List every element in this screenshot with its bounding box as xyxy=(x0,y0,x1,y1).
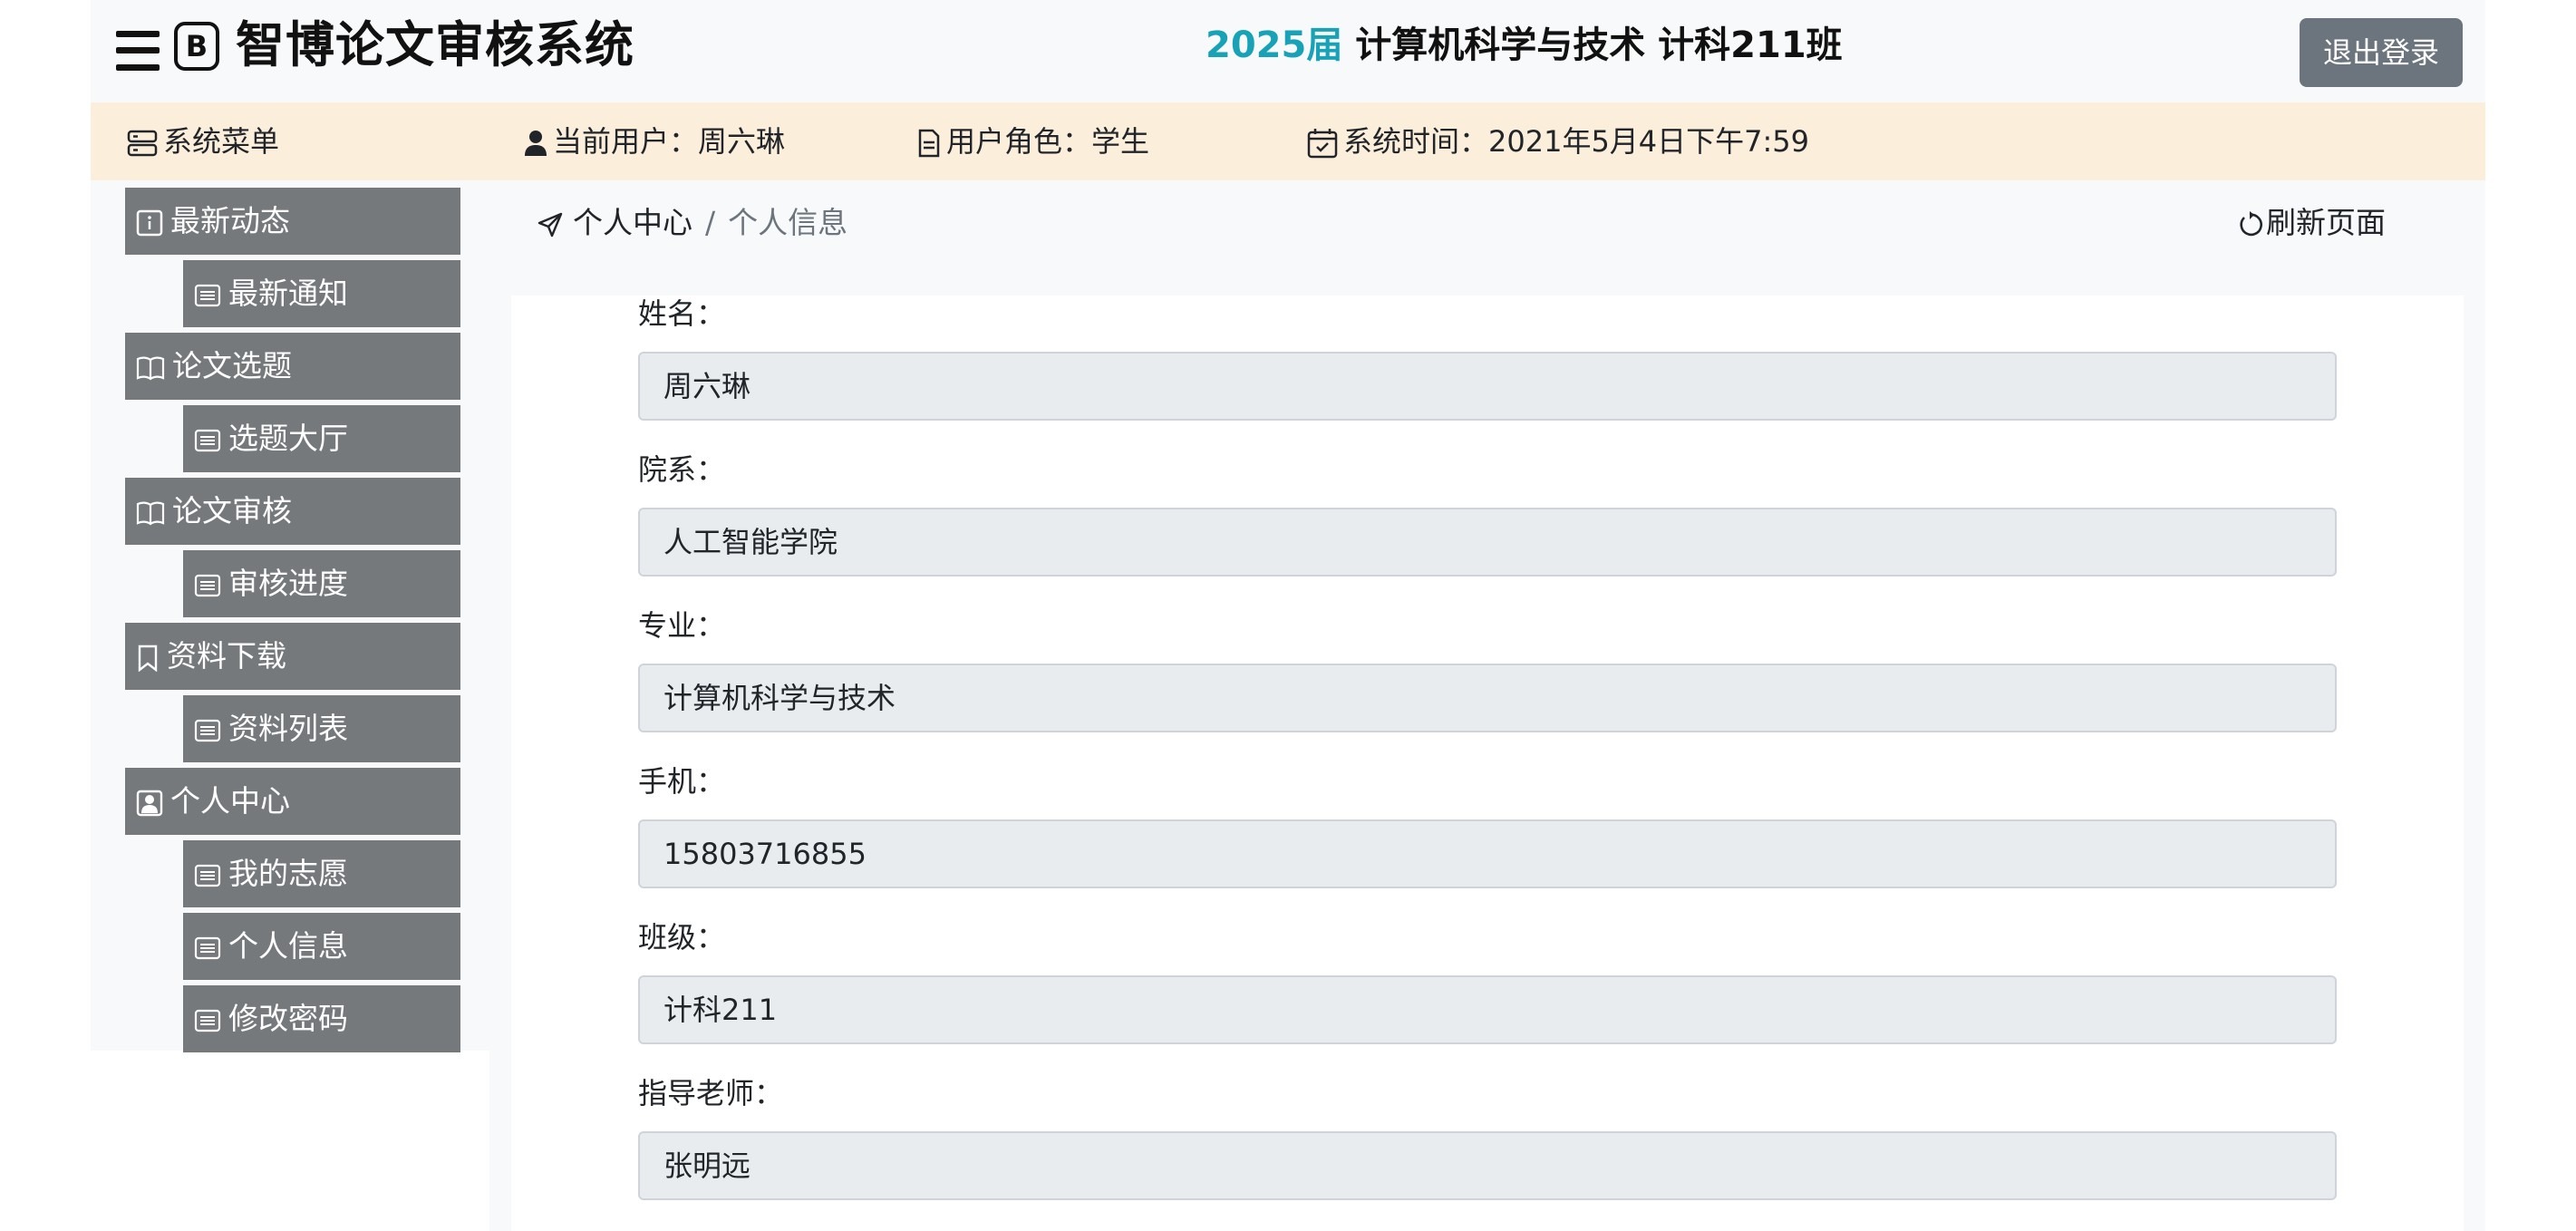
sidebar-item-label: 我的志愿 xyxy=(228,856,348,891)
menu-stack-icon xyxy=(127,130,158,157)
calendar-check-icon xyxy=(1307,129,1338,159)
info-bar: 系统菜单 当前用户：周六琳 用户角色：学生 系统时间：2021年5月4日下午7:… xyxy=(91,102,2485,180)
current-user-text: 当前用户：周六琳 xyxy=(553,124,786,159)
class-field[interactable]: 计科211 xyxy=(638,975,2337,1044)
advisor-label: 指导老师： xyxy=(638,1076,784,1110)
sidebar-item-label: 修改密码 xyxy=(228,1001,348,1036)
name-field[interactable]: 周六琳 xyxy=(638,352,2337,421)
phone-field[interactable]: 15803716855 xyxy=(638,819,2337,888)
sidebar-item-personal-center[interactable]: 个人中心 xyxy=(125,768,460,835)
sidebar-item-latest-news[interactable]: 最新动态 xyxy=(125,188,460,255)
system-time-label: 系统时间：2021年5月4日下午7:59 xyxy=(1307,102,1809,180)
person-icon xyxy=(525,131,547,156)
app-title: 智博论文审核系统 xyxy=(236,16,634,73)
top-header: B 智博论文审核系统 2025届 计算机科学与技术 计科211班 退出登录 xyxy=(91,0,2485,102)
major-field[interactable]: 计算机科学与技术 xyxy=(638,664,2337,732)
sidebar-item-my-preferences[interactable]: 我的志愿 xyxy=(183,840,460,907)
sidebar-item-change-password[interactable]: 修改密码 xyxy=(183,985,460,1052)
sidebar-item-latest-notice[interactable]: 最新通知 xyxy=(183,260,460,327)
list-icon xyxy=(194,936,221,959)
major-label: 专业： xyxy=(638,608,726,643)
sidebar-item-label: 论文审核 xyxy=(172,493,292,528)
list-icon xyxy=(194,284,221,306)
department-field[interactable]: 人工智能学院 xyxy=(638,508,2337,577)
sidebar-item-label: 资料下载 xyxy=(167,638,286,674)
current-user-label: 当前用户：周六琳 xyxy=(524,102,785,180)
graduation-year: 2025届 xyxy=(1206,24,1343,66)
class-label: 班级： xyxy=(638,920,726,955)
list-icon xyxy=(194,1009,221,1032)
refresh-icon xyxy=(2240,210,2262,236)
main-content: 个人中心 / 个人信息 刷新页面 姓名： 周六琳 院系： 人工智能学院 专业： 计算… xyxy=(489,180,2485,1231)
breadcrumb-separator: / xyxy=(705,205,716,240)
major-class-label: 计算机科学与技术 计科211班 xyxy=(1342,24,1843,66)
sidebar-item-topic-hall[interactable]: 选题大厅 xyxy=(183,405,460,472)
user-role-label: 用户角色：学生 xyxy=(917,102,1149,180)
refresh-label: 刷新页面 xyxy=(2266,205,2386,240)
document-icon xyxy=(918,129,940,158)
breadcrumb-parent[interactable]: 个人中心 xyxy=(573,205,692,240)
sidebar-item-label: 资料列表 xyxy=(228,711,348,746)
user-role-text: 用户角色：学生 xyxy=(946,124,1150,159)
personal-info-form: 姓名： 周六琳 院系： 人工智能学院 专业： 计算机科学与技术 手机： 1580… xyxy=(511,296,2464,1231)
app-frame: B 智博论文审核系统 2025届 计算机科学与技术 计科211班 退出登录 系统… xyxy=(91,0,2485,1231)
sidebar-item-label: 最新通知 xyxy=(228,276,348,311)
class-title: 2025届 计算机科学与技术 计科211班 xyxy=(1206,18,1843,73)
refresh-page-link[interactable]: 刷新页面 xyxy=(2237,200,2386,246)
sidebar-item-personal-info[interactable]: 个人信息 xyxy=(183,913,460,980)
book-icon xyxy=(136,501,165,525)
bootstrap-logo-icon: B xyxy=(174,22,219,71)
sidebar-item-label: 审核进度 xyxy=(228,566,348,601)
system-time-text: 系统时间：2021年5月4日下午7:59 xyxy=(1343,124,1810,159)
breadcrumb: 个人中心 / 个人信息 xyxy=(537,200,847,246)
sidebar-item-label: 论文选题 xyxy=(172,348,292,383)
advisor-field[interactable]: 张明远 xyxy=(638,1131,2337,1200)
breadcrumb-current: 个人信息 xyxy=(728,205,848,240)
name-label: 姓名： xyxy=(638,296,726,331)
list-icon xyxy=(194,864,221,887)
department-label: 院系： xyxy=(638,452,726,487)
sidebar-item-label: 个人信息 xyxy=(228,928,348,964)
list-icon xyxy=(194,429,221,451)
sidebar-item-downloads[interactable]: 资料下载 xyxy=(125,623,460,690)
sidebar: 最新动态 最新通知 论文选题 选题大厅 论文审核 审核进度 资料下载 资料列表 … xyxy=(91,180,489,1052)
system-menu-label: 系统菜单 xyxy=(127,102,279,180)
sidebar-item-label: 个人中心 xyxy=(170,783,290,819)
list-icon xyxy=(194,719,221,742)
phone-label: 手机： xyxy=(638,764,726,799)
book-icon xyxy=(136,356,165,380)
logout-button[interactable]: 退出登录 xyxy=(2300,18,2463,87)
sidebar-item-material-list[interactable]: 资料列表 xyxy=(183,695,460,762)
info-icon xyxy=(136,209,163,236)
sidebar-item-thesis-topic[interactable]: 论文选题 xyxy=(125,333,460,400)
sidebar-item-thesis-review[interactable]: 论文审核 xyxy=(125,478,460,545)
sidebar-item-label: 最新动态 xyxy=(170,203,290,238)
sidebar-item-review-progress[interactable]: 审核进度 xyxy=(183,550,460,617)
sidebar-item-label: 选题大厅 xyxy=(228,421,348,456)
bookmark-icon xyxy=(138,645,158,672)
system-menu-text: 系统菜单 xyxy=(163,124,280,159)
list-icon xyxy=(194,574,221,596)
hamburger-menu-icon[interactable] xyxy=(116,31,160,71)
send-arrow-icon xyxy=(537,212,563,237)
person-badge-icon xyxy=(136,790,163,816)
